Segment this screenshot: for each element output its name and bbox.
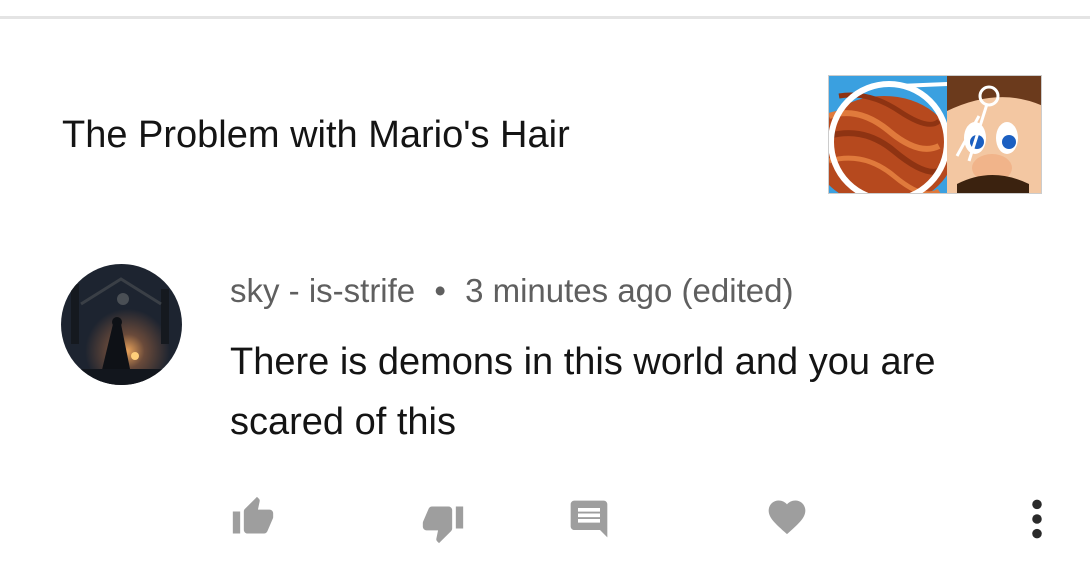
avatar[interactable] <box>61 264 182 385</box>
comment-actions <box>0 490 1090 550</box>
video-thumbnail[interactable] <box>828 75 1042 194</box>
comment-meta: sky - is-strife • 3 minutes ago (edited) <box>230 272 793 310</box>
thumbs-down-icon <box>422 506 464 544</box>
comment-time: 3 minutes ago (edited) <box>465 272 794 309</box>
reply-button[interactable] <box>562 492 616 546</box>
like-button[interactable] <box>226 490 280 544</box>
meta-separator: • <box>434 272 446 309</box>
user-avatar-dark-fantasy <box>61 264 182 385</box>
dislike-button[interactable] <box>416 496 470 550</box>
comment-icon <box>570 500 608 538</box>
heart-button[interactable] <box>760 490 814 544</box>
comment: sky - is-strife • 3 minutes ago (edited)… <box>0 250 1090 580</box>
comment-author[interactable]: sky - is-strife <box>230 272 415 309</box>
video-row[interactable]: The Problem with Mario's Hair <box>0 19 1090 209</box>
more-vertical-icon <box>1032 499 1042 539</box>
thumbnail-image <box>829 76 1041 193</box>
thumbs-up-icon <box>232 496 274 534</box>
heart-icon <box>768 500 806 535</box>
comment-text: There is demons in this world and you ar… <box>230 341 936 443</box>
video-title[interactable]: The Problem with Mario's Hair <box>62 114 570 157</box>
more-button[interactable] <box>1010 492 1064 546</box>
